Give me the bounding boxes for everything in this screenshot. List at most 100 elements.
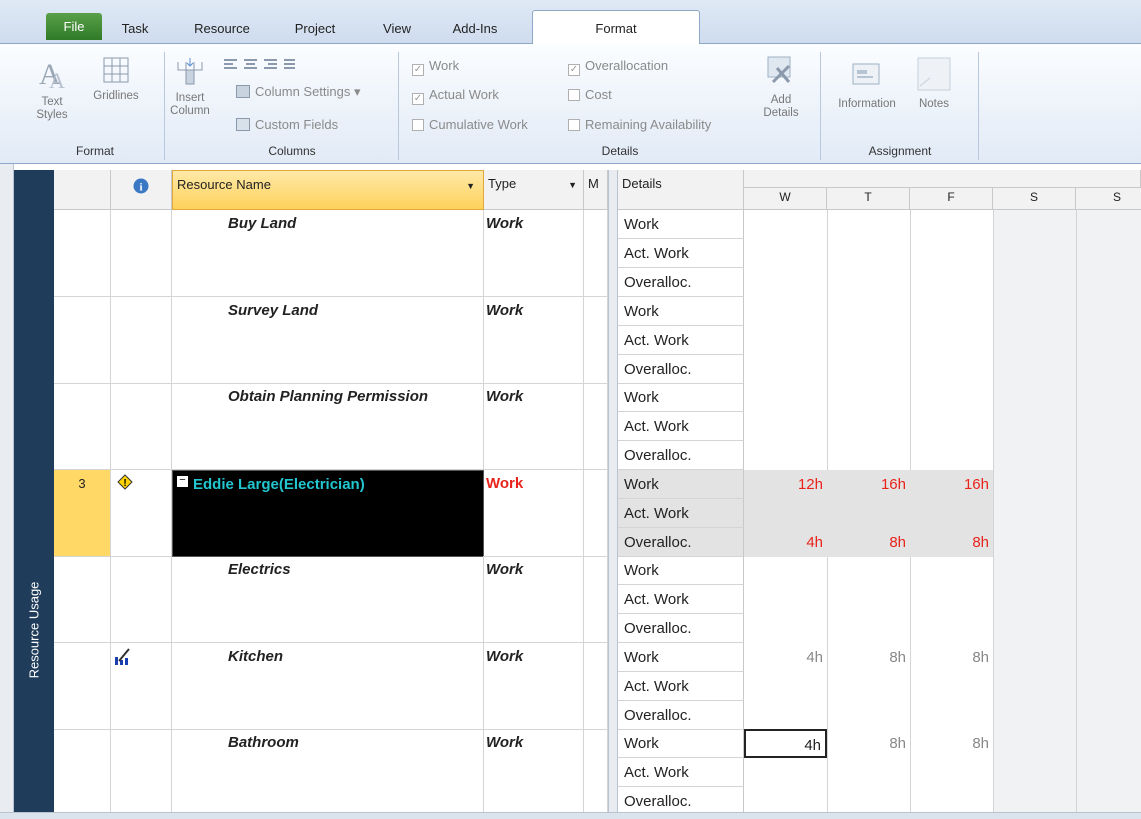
insert-column-button[interactable]: Insert Column [168, 56, 212, 118]
row-id-cell[interactable] [54, 383, 111, 470]
type-cell[interactable]: Work [484, 643, 584, 730]
row-id-cell[interactable] [54, 643, 111, 730]
tab-addins[interactable]: Add-Ins [440, 14, 510, 44]
timephased-value-cell[interactable] [827, 326, 910, 355]
gridlines-button[interactable]: Gridlines [86, 56, 146, 103]
timephased-value-cell[interactable]: 4h [744, 729, 827, 758]
indicator-column-header[interactable]: i [111, 170, 172, 210]
tab-view[interactable]: View [372, 14, 422, 44]
timephased-value-cell[interactable] [744, 355, 827, 384]
split-bar[interactable] [608, 170, 618, 819]
timephased-value-cell[interactable] [827, 585, 910, 614]
timephased-value-cell[interactable] [744, 585, 827, 614]
timephased-value-cell[interactable] [744, 383, 827, 412]
timephased-value-cell[interactable] [744, 210, 827, 239]
resource-name-cell[interactable]: Electrics [172, 556, 484, 643]
resource-name-column-header[interactable]: Resource Name ▼ [172, 170, 484, 210]
overallocation-checkbox[interactable]: ✓ Overallocation [568, 58, 668, 76]
custom-fields-button[interactable]: Custom Fields [236, 117, 338, 132]
filter-arrow-icon[interactable]: ▼ [466, 181, 475, 191]
timephased-value-cell[interactable] [910, 758, 993, 787]
timephased-value-cell[interactable] [744, 758, 827, 787]
timephased-value-cell[interactable] [910, 268, 993, 297]
row-id-cell[interactable] [54, 297, 111, 384]
row-id-cell[interactable] [54, 210, 111, 297]
timephased-value-cell[interactable] [744, 499, 827, 528]
timephased-value-cell[interactable] [910, 297, 993, 326]
work-checkbox[interactable]: ✓ Work [412, 58, 459, 76]
timephased-value-cell[interactable]: 8h [827, 729, 910, 758]
timephased-value-cell[interactable]: 8h [827, 643, 910, 672]
cost-checkbox[interactable]: Cost [568, 87, 612, 102]
type-cell[interactable]: Work [484, 383, 584, 470]
timephased-value-cell[interactable] [827, 441, 910, 470]
timephased-value-cell[interactable] [744, 239, 827, 268]
timephased-value-cell[interactable]: 12h [744, 470, 827, 499]
actual-work-checkbox[interactable]: ✓ Actual Work [412, 87, 499, 105]
timephased-value-cell[interactable] [744, 614, 827, 643]
timephased-value-cell[interactable] [910, 326, 993, 355]
type-cell[interactable]: Work [484, 556, 584, 643]
view-bar[interactable]: Resource Usage [14, 170, 54, 819]
timephased-value-cell[interactable] [910, 210, 993, 239]
timephased-value-cell[interactable] [910, 585, 993, 614]
timephased-value-cell[interactable] [910, 441, 993, 470]
timephased-value-cell[interactable] [910, 383, 993, 412]
horizontal-scrollbar[interactable] [0, 812, 1141, 819]
add-details-button[interactable]: Add Details [756, 54, 806, 120]
tab-project[interactable]: Project [280, 14, 350, 44]
timephased-value-cell[interactable]: 8h [910, 528, 993, 557]
resource-name-cell[interactable]: Survey Land [172, 297, 484, 384]
timephased-value-cell[interactable] [744, 297, 827, 326]
type-cell[interactable]: Work [484, 470, 584, 557]
timephased-value-cell[interactable]: 4h [744, 528, 827, 557]
timephased-value-cell[interactable] [744, 672, 827, 701]
filter-arrow-icon[interactable]: ▼ [568, 180, 577, 190]
resource-name-cell[interactable]: Kitchen [172, 643, 484, 730]
row-id-cell[interactable] [54, 729, 111, 816]
timephased-value-cell[interactable] [910, 412, 993, 441]
resource-name-cell[interactable]: Buy Land [172, 210, 484, 297]
timephased-value-cell[interactable]: 8h [827, 528, 910, 557]
timephased-value-cell[interactable] [910, 701, 993, 730]
tab-task[interactable]: Task [110, 14, 160, 44]
timephased-value-cell[interactable] [744, 441, 827, 470]
type-cell[interactable]: Work [484, 729, 584, 816]
timephased-value-cell[interactable] [827, 758, 910, 787]
tab-resource[interactable]: Resource [182, 14, 262, 44]
tab-file[interactable]: File [46, 13, 102, 40]
timephased-value-cell[interactable] [910, 355, 993, 384]
text-styles-button[interactable]: AA Text Styles [30, 56, 74, 122]
timephased-value-cell[interactable] [910, 499, 993, 528]
type-column-header[interactable]: Type ▼ [484, 170, 584, 210]
timephased-value-cell[interactable] [827, 672, 910, 701]
tab-format[interactable]: Format [532, 10, 700, 45]
information-button[interactable]: Information [830, 56, 904, 111]
timephased-value-cell[interactable] [744, 556, 827, 585]
notes-button[interactable]: Notes [904, 56, 964, 111]
timephased-value-cell[interactable] [910, 614, 993, 643]
timephased-value-cell[interactable] [827, 297, 910, 326]
timephased-value-cell[interactable] [827, 412, 910, 441]
type-cell[interactable]: Work [484, 210, 584, 297]
timephased-value-cell[interactable]: 16h [827, 470, 910, 499]
timephased-value-cell[interactable] [827, 499, 910, 528]
column-settings-button[interactable]: Column Settings ▾ [236, 84, 361, 100]
row-id-cell[interactable]: 3 [54, 470, 111, 557]
cumulative-work-checkbox[interactable]: Cumulative Work [412, 117, 528, 132]
resource-name-cell[interactable]: Obtain Planning Permission [172, 383, 484, 470]
row-id-cell[interactable] [54, 556, 111, 643]
timephased-value-cell[interactable]: 16h [910, 470, 993, 499]
timephased-value-cell[interactable] [744, 701, 827, 730]
resource-name-cell[interactable]: Bathroom [172, 729, 484, 816]
timephased-value-cell[interactable] [827, 355, 910, 384]
timephased-value-cell[interactable] [827, 383, 910, 412]
timephased-value-cell[interactable] [744, 326, 827, 355]
remaining-availability-checkbox[interactable]: Remaining Availability [568, 117, 711, 132]
m-column-header[interactable]: M [584, 170, 608, 210]
timephased-value-cell[interactable] [910, 672, 993, 701]
timephased-value-cell[interactable]: 8h [910, 643, 993, 672]
timephased-value-cell[interactable] [827, 210, 910, 239]
timephased-value-cell[interactable] [744, 268, 827, 297]
timephased-value-cell[interactable] [827, 614, 910, 643]
